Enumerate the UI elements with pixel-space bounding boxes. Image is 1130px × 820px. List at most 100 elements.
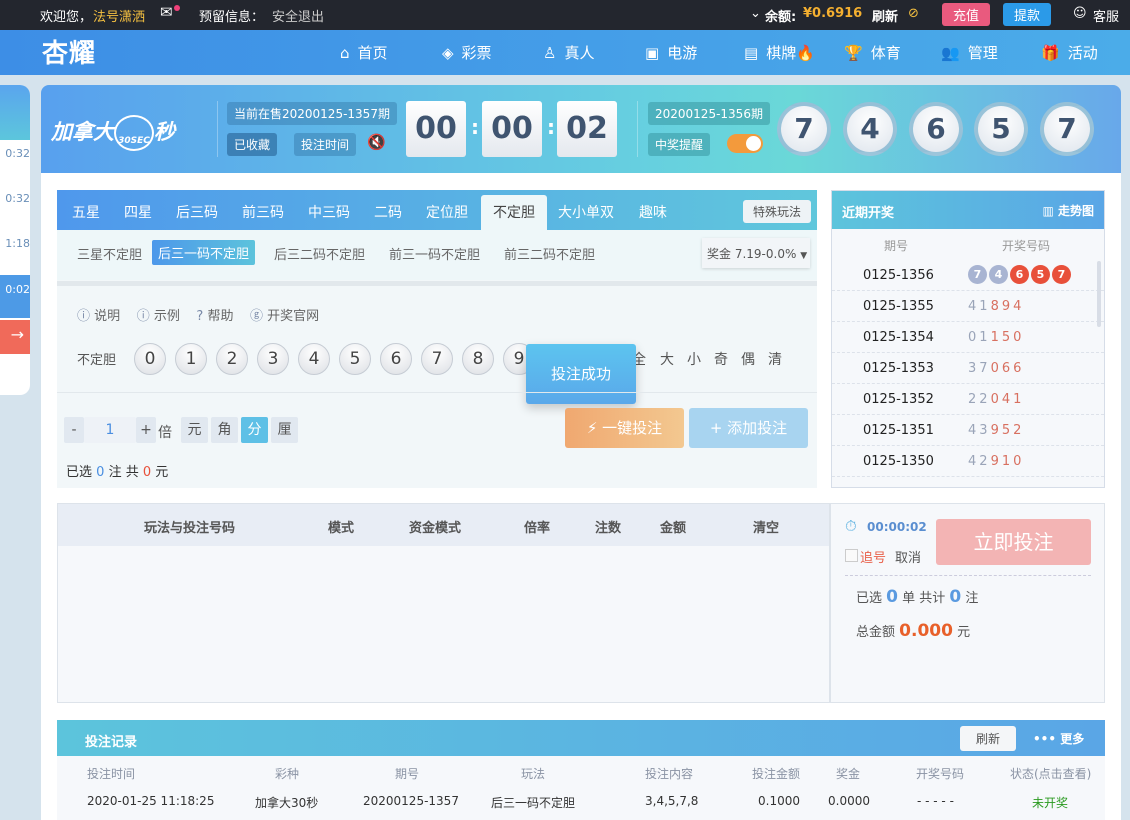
scrollbar[interactable]: [1097, 261, 1101, 327]
tab-four-star[interactable]: 四星: [124, 202, 152, 222]
subtab[interactable]: 后三二码不定胆: [274, 244, 365, 263]
draw-numbers: 43952: [968, 423, 1024, 438]
sidebar-item-active[interactable]: 0:02: [0, 275, 30, 318]
number-ball[interactable]: 4: [298, 343, 330, 375]
bet-time-button[interactable]: 投注时间: [294, 133, 357, 156]
quick-even[interactable]: 偶: [741, 349, 755, 369]
tab-big-small[interactable]: 大小单双: [558, 202, 614, 222]
records-refresh-button[interactable]: 刷新: [960, 726, 1017, 751]
one-click-bet-button[interactable]: ⚡ 一键投注: [565, 408, 684, 448]
result-ball: 7: [777, 102, 831, 156]
game-name-text: 加拿大: [51, 120, 114, 144]
unit-jiao[interactable]: 角: [211, 417, 238, 443]
quick-big[interactable]: 大: [660, 349, 674, 369]
tab-mid-three[interactable]: 中三码: [308, 202, 350, 222]
row-label: 不定胆: [77, 353, 117, 368]
nav-sports[interactable]: 🏆 体育: [844, 42, 901, 63]
logout-link[interactable]: 安全退出: [272, 6, 324, 25]
chevron-down-icon[interactable]: ⌄: [750, 6, 761, 21]
clear-orders-button[interactable]: 清空: [753, 517, 779, 536]
more-link[interactable]: ••• 更多: [1033, 730, 1084, 747]
trend-chart-link[interactable]: ▥ 走势图: [1042, 202, 1094, 219]
quick-clear[interactable]: 清: [768, 349, 782, 369]
link-description[interactable]: 说明: [94, 309, 120, 324]
unit-li[interactable]: 厘: [271, 417, 298, 443]
decrement-button[interactable]: -: [64, 417, 84, 443]
record-status-link[interactable]: 未开奖: [1032, 794, 1068, 811]
record-content: 3,4,5,7,8: [645, 794, 699, 808]
tab-five-star[interactable]: 五星: [72, 202, 100, 222]
recharge-button[interactable]: 充值: [942, 3, 991, 26]
draw-digit: 6: [1010, 265, 1029, 284]
chase-label[interactable]: 追号: [860, 547, 886, 566]
nav-live[interactable]: ♙ 真人: [543, 42, 594, 63]
sidebar-item-time[interactable]: 1:18: [0, 237, 30, 250]
tab-fun[interactable]: 趣味: [639, 202, 667, 222]
nav-label: 体育: [870, 44, 901, 62]
unit-fen[interactable]: 分: [241, 417, 268, 443]
nav-manage[interactable]: 👥 管理: [941, 42, 998, 63]
tab-position[interactable]: 定位胆: [426, 202, 468, 222]
withdraw-button[interactable]: 提款: [1003, 3, 1052, 26]
unit-yuan[interactable]: 元: [181, 417, 208, 443]
chat-icon[interactable]: ☺: [1073, 6, 1087, 21]
tab-unfixed[interactable]: 不定胆: [481, 195, 547, 230]
nav-events[interactable]: 🎁 活动: [1041, 42, 1098, 63]
info-icon: ⓘ: [77, 309, 91, 324]
mail-icon[interactable]: ✉: [160, 3, 180, 21]
multiplier-input[interactable]: 1: [84, 417, 136, 443]
favorite-button[interactable]: 已收藏: [227, 133, 278, 156]
refresh-balance[interactable]: 刷新: [872, 6, 898, 25]
increment-button[interactable]: +: [136, 417, 156, 443]
sidebar-item-time[interactable]: 0:32: [0, 192, 30, 205]
subtab[interactable]: 三星不定胆: [77, 244, 142, 263]
number-ball[interactable]: 6: [380, 343, 412, 375]
divider: [57, 392, 817, 393]
draw-digit: 4: [1001, 392, 1014, 407]
official-icon: ⓖ: [250, 309, 264, 324]
link-example[interactable]: 示例: [154, 309, 180, 324]
nav-cards[interactable]: ▤ 棋牌🔥: [744, 42, 815, 63]
customer-service-link[interactable]: 客服: [1093, 6, 1119, 25]
number-ball[interactable]: 1: [175, 343, 207, 375]
nav-home[interactable]: ⌂ 首页: [340, 42, 388, 63]
nav-lottery[interactable]: ◈ 彩票: [442, 42, 492, 63]
chase-checkbox[interactable]: [845, 549, 858, 562]
tab-first-three[interactable]: 前三码: [242, 202, 284, 222]
username[interactable]: 法号潇洒: [93, 6, 145, 25]
number-ball[interactable]: 8: [462, 343, 494, 375]
number-ball[interactable]: 7: [421, 343, 453, 375]
link-official[interactable]: 开奖官网: [267, 309, 319, 324]
draw-digit: 0: [990, 361, 1002, 376]
submit-bet-button[interactable]: 立即投注: [936, 519, 1091, 565]
divider: [217, 101, 218, 157]
quick-odd[interactable]: 奇: [714, 349, 728, 369]
logo[interactable]: 杏耀: [42, 33, 96, 70]
number-ball[interactable]: 0: [134, 343, 166, 375]
trend-label: 走势图: [1057, 204, 1094, 218]
subtab[interactable]: 前三二码不定胆: [504, 244, 595, 263]
special-play-button[interactable]: 特殊玩法: [743, 200, 812, 223]
number-ball[interactable]: 2: [216, 343, 248, 375]
cancel-link[interactable]: 取消: [895, 547, 921, 566]
nav-label: 电游: [667, 44, 698, 62]
eye-off-icon[interactable]: ⊘: [908, 6, 919, 21]
number-ball[interactable]: 5: [339, 343, 371, 375]
sidebar-item-time[interactable]: 0:32: [0, 147, 30, 160]
link-help[interactable]: 帮助: [207, 309, 233, 324]
current-issue: 当前在售20200125-1357期: [227, 102, 397, 125]
prize-select[interactable]: 奖金 7.19-0.0% ▼: [702, 238, 810, 268]
add-bet-button[interactable]: + 添加投注: [689, 408, 808, 448]
subtab-active[interactable]: 后三一码不定胆: [152, 240, 256, 265]
quick-small[interactable]: 小: [687, 349, 701, 369]
ticket-icon: ◈: [442, 44, 454, 62]
subtab[interactable]: 前三一码不定胆: [389, 244, 480, 263]
tab-last-three[interactable]: 后三码: [176, 202, 218, 222]
tab-two[interactable]: 二码: [374, 202, 402, 222]
col-issue: 期号: [884, 239, 909, 253]
win-alert-toggle[interactable]: [727, 134, 763, 153]
arrow-right-icon[interactable]: →: [0, 320, 30, 354]
nav-slots[interactable]: ▣ 电游: [645, 42, 697, 63]
mute-icon[interactable]: 🔇: [367, 133, 386, 151]
number-ball[interactable]: 3: [257, 343, 289, 375]
